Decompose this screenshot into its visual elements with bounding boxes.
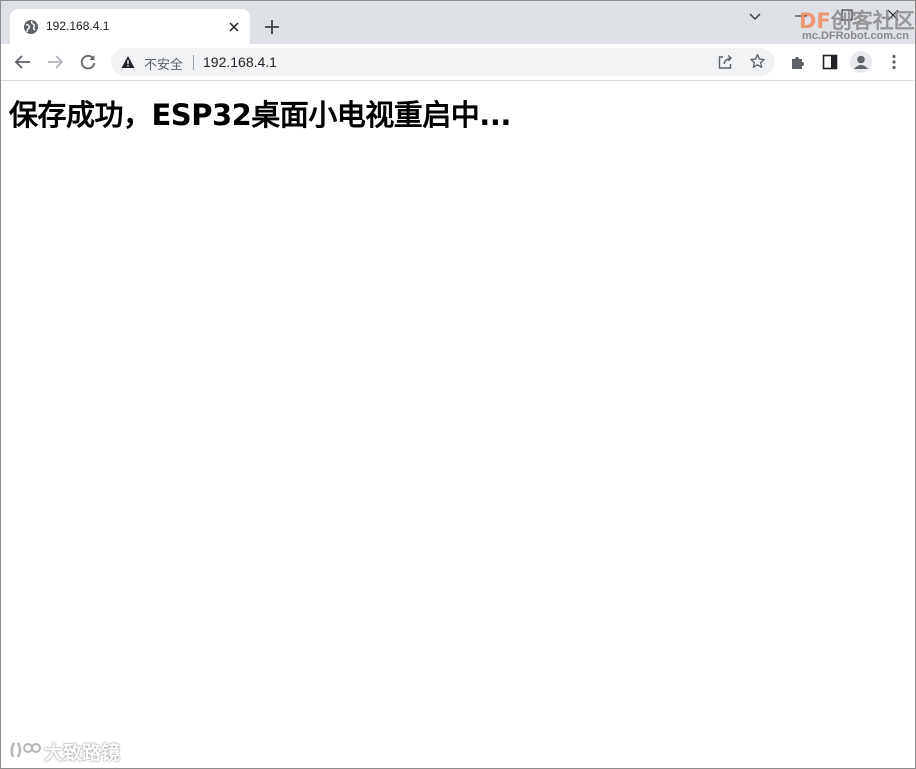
- reload-icon[interactable]: [79, 53, 97, 71]
- watermark-top: DF创客社区 mc.DFRobot.com.cn: [799, 3, 915, 43]
- tab-title: 192.168.4.1: [46, 19, 110, 33]
- warning-icon[interactable]: [121, 55, 135, 69]
- back-arrow-icon[interactable]: [14, 53, 32, 71]
- browser-window: 192.168.4.1 DF创客社区 mc.DFRobot.com.cn 不安全…: [0, 0, 916, 769]
- profile-icon: [854, 55, 868, 69]
- star-icon[interactable]: [749, 53, 766, 70]
- kebab-menu-icon[interactable]: [885, 53, 903, 71]
- share-icon[interactable]: [717, 54, 733, 70]
- plus-icon[interactable]: [263, 18, 281, 36]
- watermark-url: mc.DFRobot.com.cn: [802, 30, 909, 42]
- chevron-down-icon[interactable]: [747, 9, 763, 25]
- forward-arrow-icon[interactable]: [46, 53, 64, 71]
- globe-icon: [24, 20, 38, 34]
- separator: [193, 55, 194, 70]
- puzzle-icon[interactable]: [789, 53, 807, 71]
- address-bar[interactable]: 不安全 192.168.4.1: [111, 48, 775, 76]
- close-icon[interactable]: [226, 19, 242, 35]
- active-tab[interactable]: 192.168.4.1: [10, 9, 250, 44]
- page-heading: 保存成功，ESP32桌面小电视重启中...: [9, 98, 511, 132]
- page-content: 保存成功，ESP32桌面小电视重启中...: [1, 81, 915, 768]
- watermark-text: 大致路镜: [44, 742, 121, 764]
- watermark-logo-icon: [10, 742, 41, 758]
- browser-toolbar: 不安全 192.168.4.1: [1, 44, 915, 81]
- profile-avatar[interactable]: [850, 51, 872, 73]
- security-label[interactable]: 不安全: [144, 54, 183, 73]
- side-panel-icon[interactable]: [821, 53, 839, 71]
- tab-strip: 192.168.4.1 DF创客社区 mc.DFRobot.com.cn: [1, 1, 915, 44]
- url-text[interactable]: 192.168.4.1: [203, 54, 277, 70]
